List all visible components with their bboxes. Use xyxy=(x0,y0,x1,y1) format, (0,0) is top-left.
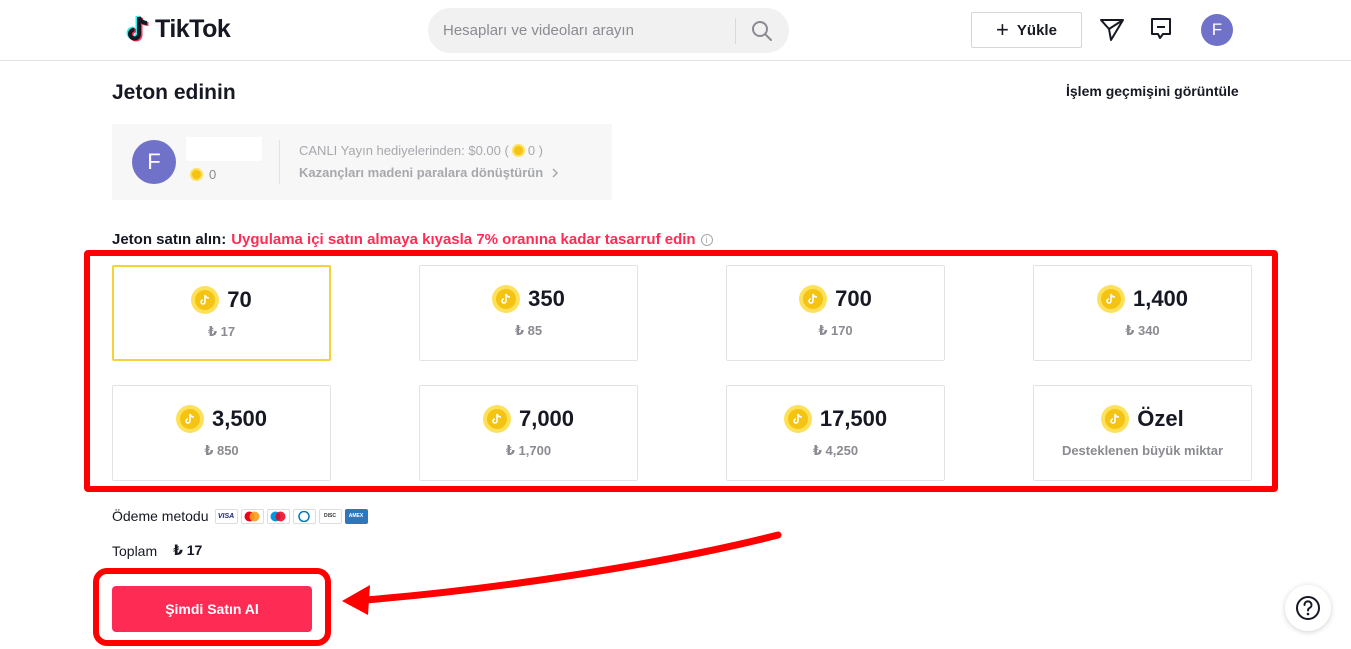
tiktok-note-icon xyxy=(126,15,149,42)
coin-balance: 0 xyxy=(190,167,216,182)
coin-icon xyxy=(511,144,525,157)
card-divider xyxy=(279,140,280,184)
live-gifts-earnings: CANLI Yayın hediyelerinden: $0.00 ( 0 ) xyxy=(299,143,543,158)
profile-card: F 0 CANLI Yayın hediyelerinden: $0.00 ( … xyxy=(112,124,612,200)
upload-label: Yükle xyxy=(1016,21,1057,39)
diners-icon xyxy=(292,508,316,524)
info-icon[interactable]: i xyxy=(700,233,713,246)
search-bar[interactable]: Hesapları ve videoları arayın xyxy=(428,8,789,53)
inbox-icon xyxy=(1151,18,1171,39)
top-header: TikTok Hesapları ve videoları arayın + Y… xyxy=(0,0,1351,61)
profile-avatar[interactable]: F xyxy=(1201,14,1233,46)
total-label: Toplam xyxy=(112,542,158,559)
search-input[interactable]: Hesapları ve videoları arayın xyxy=(443,22,634,39)
transaction-history-link[interactable]: İşlem geçmişini görüntüle xyxy=(1066,83,1239,99)
live-gifts-text: CANLI Yayın hediyelerinden: $0.00 ( xyxy=(299,143,509,158)
logo-text: TikTok xyxy=(155,14,231,43)
send-icon xyxy=(1100,19,1124,41)
convert-earnings-link[interactable]: Kazançları madeni paralara dönüştürün xyxy=(299,165,561,180)
annotation-box-buy-button xyxy=(93,568,331,646)
buy-coins-heading: Jeton satın alın: Uygulama içi satın alm… xyxy=(112,231,713,248)
order-total: Toplam ₺ 17 xyxy=(112,542,202,559)
total-amount: ₺ 17 xyxy=(173,542,203,558)
tiktok-logo[interactable]: TikTok xyxy=(126,14,231,44)
search-icon xyxy=(752,21,772,41)
visa-icon: VISA xyxy=(214,508,238,524)
live-gifts-coins: 0 ) xyxy=(527,143,543,158)
chevron-right-icon xyxy=(552,167,559,178)
buy-coins-label: Jeton satın alın: xyxy=(112,231,227,248)
upload-button[interactable]: + Yükle xyxy=(971,12,1082,48)
coin-icon xyxy=(190,168,203,181)
user-avatar: F xyxy=(132,140,176,184)
plus-icon: + xyxy=(996,17,1009,42)
messages-button[interactable] xyxy=(1099,16,1125,42)
payment-label: Ödeme metodu xyxy=(112,508,209,524)
mastercard-icon xyxy=(240,508,264,524)
search-button[interactable] xyxy=(747,17,777,45)
help-button[interactable] xyxy=(1285,585,1331,631)
username-placeholder xyxy=(186,137,262,161)
coin-balance-value: 0 xyxy=(209,167,217,182)
convert-link-label: Kazançları madeni paralara dönüştürün xyxy=(299,165,544,180)
maestro-icon xyxy=(266,508,290,524)
search-divider xyxy=(735,18,736,44)
help-icon xyxy=(1296,596,1320,620)
inbox-button[interactable] xyxy=(1148,16,1174,42)
page-title: Jeton edinin xyxy=(112,81,236,104)
promo-text: Uygulama içi satın almaya kıyasla 7% ora… xyxy=(231,231,696,248)
annotation-arrow xyxy=(342,531,782,615)
annotation-box-packages xyxy=(84,250,1278,492)
